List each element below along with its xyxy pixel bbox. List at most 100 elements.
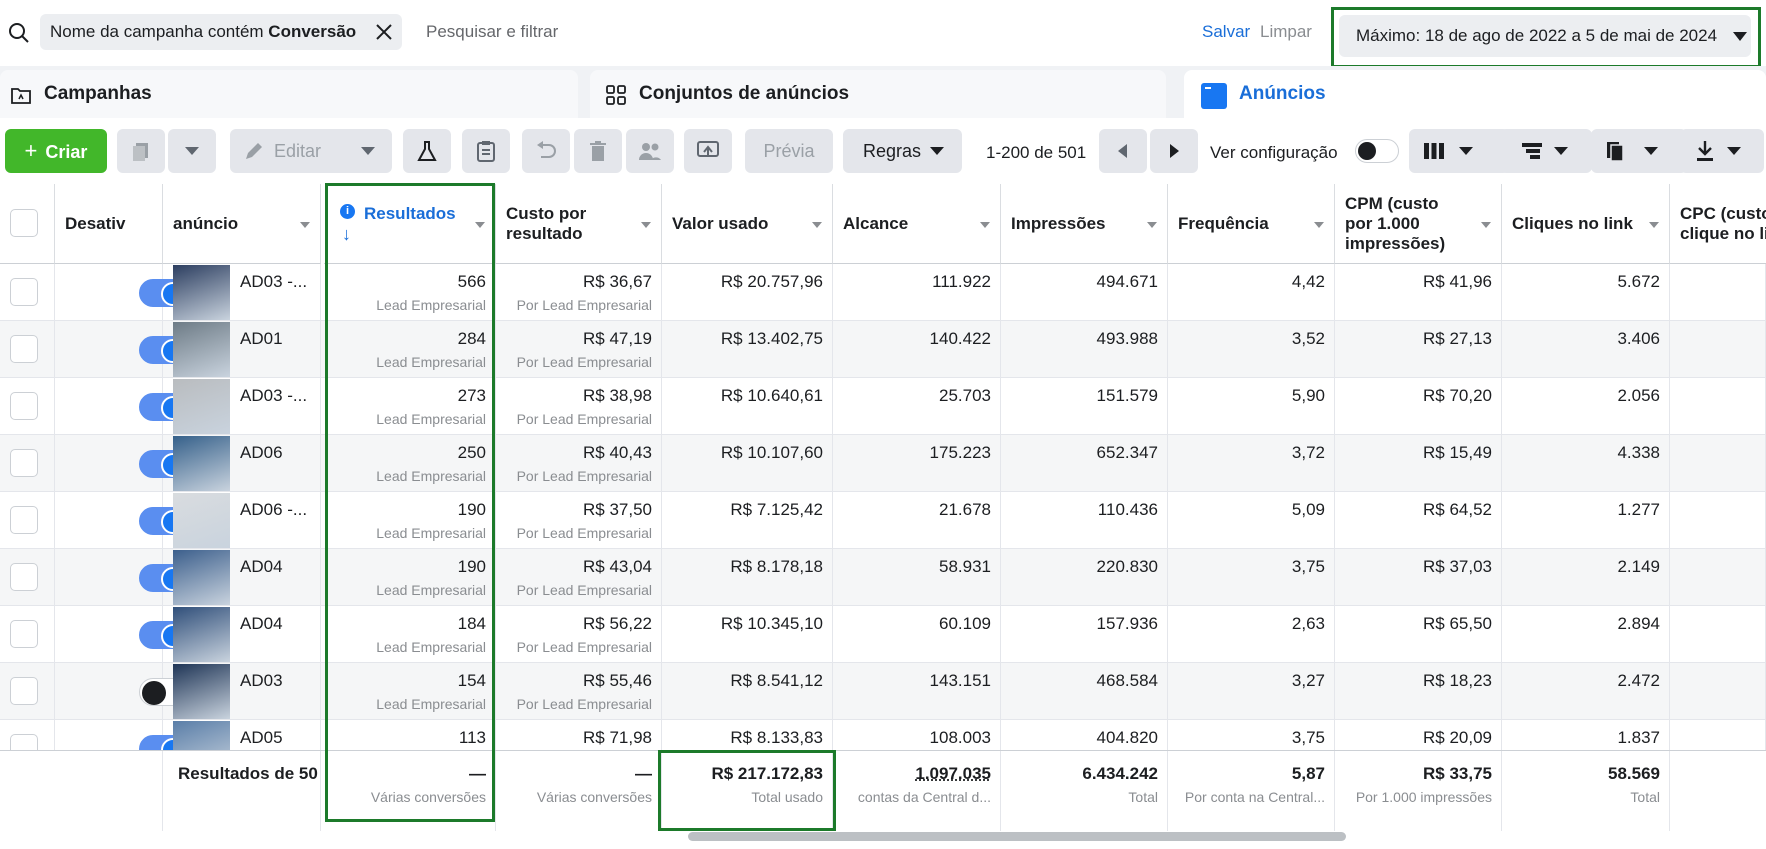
create-button[interactable]: + Criar: [5, 129, 107, 173]
level-tabs: Campanhas Conjuntos de anúncios Anúncios: [0, 66, 1766, 118]
ad-name-cell[interactable]: AD06: [163, 435, 321, 492]
previous-page-button[interactable]: [1099, 129, 1147, 173]
frequency-cell-value: 3,52: [1291, 329, 1325, 348]
column-header-results[interactable]: i Resultados ↓: [324, 184, 496, 264]
ad-name[interactable]: AD04: [240, 557, 283, 577]
column-header-spent[interactable]: Valor usado: [662, 184, 833, 264]
ad-name-cell[interactable]: AD04: [163, 549, 321, 606]
ad-name[interactable]: AD03 -...: [240, 386, 307, 406]
ad-thumbnail[interactable]: [173, 664, 230, 719]
table-row[interactable]: AD04 184 Lead Empresarial R$ 56,22 Por Lead …: [0, 606, 1766, 663]
table-row[interactable]: AD04 190 Lead Empresarial R$ 43,04 Por Lead …: [0, 549, 1766, 606]
edit-button[interactable]: Editar: [230, 129, 362, 173]
table-row[interactable]: AD06 250 Lead Empresarial R$ 40,43 Por Lead …: [0, 435, 1766, 492]
ad-name-cell[interactable]: AD03 -...: [163, 264, 321, 321]
column-header-label: Frequência: [1178, 214, 1269, 233]
table-row[interactable]: AD03 -... 566 Lead Empresarial R$ 36,67 Por …: [0, 264, 1766, 321]
column-header-toggle[interactable]: Desativ: [55, 184, 163, 264]
totals-row: Resultados de 50 — Várias conversões — V…: [0, 750, 1766, 831]
column-header-frequency[interactable]: Frequência: [1168, 184, 1335, 264]
share-button[interactable]: [684, 129, 732, 173]
table-row[interactable]: AD06 -... 190 Lead Empresarial R$ 37,50 Por …: [0, 492, 1766, 549]
ad-thumbnail[interactable]: [173, 265, 230, 320]
ad-name-cell[interactable]: AD06 -...: [163, 492, 321, 549]
info-icon[interactable]: i: [340, 204, 355, 219]
tab-campaigns[interactable]: Campanhas: [0, 70, 578, 118]
duplicate-menu-button[interactable]: [168, 129, 216, 173]
row-checkbox[interactable]: [10, 449, 38, 477]
table-row[interactable]: AD03 -... 273 Lead Empresarial R$ 38,98 Por …: [0, 378, 1766, 435]
table-row[interactable]: AD01 284 Lead Empresarial R$ 47,19 Por Lead …: [0, 321, 1766, 378]
tab-adsets[interactable]: Conjuntos de anúncios: [590, 70, 1166, 118]
next-page-button[interactable]: [1150, 129, 1198, 173]
report-button[interactable]: [462, 129, 510, 173]
ad-name[interactable]: AD01: [240, 329, 283, 349]
impressions-cell-value: 151.579: [1096, 386, 1158, 405]
preview-button[interactable]: Prévia: [745, 129, 833, 173]
view-settings-toggle[interactable]: [1355, 139, 1399, 163]
column-header-ad[interactable]: anúncio: [163, 184, 321, 264]
rules-button[interactable]: Regras: [843, 129, 962, 173]
filter-bar: Nome da campanha contém Conversão Pesqui…: [0, 0, 1766, 68]
row-checkbox[interactable]: [10, 620, 38, 648]
filter-chip[interactable]: Nome da campanha contém Conversão: [40, 14, 403, 50]
chevron-down-icon: [1554, 147, 1568, 155]
ad-name[interactable]: AD03 -...: [240, 272, 307, 292]
undo-button[interactable]: [522, 129, 570, 173]
ad-thumbnail[interactable]: [173, 607, 230, 662]
row-checkbox[interactable]: [10, 278, 38, 306]
ad-name[interactable]: AD05: [240, 728, 283, 748]
horizontal-scrollbar[interactable]: [688, 832, 1346, 841]
ad-name-cell[interactable]: AD04: [163, 606, 321, 663]
reach-cell: 143.151: [833, 663, 1001, 720]
impressions-cell: 110.436: [1001, 492, 1168, 549]
ab-test-button[interactable]: [403, 129, 451, 173]
columns-button[interactable]: [1409, 129, 1509, 173]
export-button[interactable]: [1680, 129, 1764, 173]
row-checkbox[interactable]: [10, 392, 38, 420]
close-icon[interactable]: [374, 22, 394, 42]
breakdown-button[interactable]: [1500, 129, 1592, 173]
ad-thumbnail[interactable]: [173, 322, 230, 377]
pencil-icon: [246, 143, 262, 159]
column-header-cpm[interactable]: CPM (custo por 1.000 impressões): [1335, 184, 1502, 264]
ad-thumbnail[interactable]: [173, 436, 230, 491]
ad-name-cell[interactable]: AD03 -...: [163, 378, 321, 435]
save-filter-link[interactable]: Salvar: [1202, 22, 1250, 42]
tab-ads[interactable]: Anúncios: [1184, 70, 1766, 118]
duplicate-button[interactable]: [117, 129, 165, 173]
date-range-picker[interactable]: Máximo: 18 de ago de 2022 a 5 de mai de …: [1339, 15, 1751, 57]
link-clicks-cell: 2.149: [1502, 549, 1670, 606]
row-checkbox[interactable]: [10, 506, 38, 534]
column-header-reach[interactable]: Alcance: [833, 184, 1001, 264]
ad-thumbnail[interactable]: [173, 550, 230, 605]
row-checkbox[interactable]: [10, 335, 38, 363]
column-header-cost-per-result[interactable]: Custo por resultado: [496, 184, 662, 264]
ad-name[interactable]: AD04: [240, 614, 283, 634]
ad-thumbnail[interactable]: [173, 493, 230, 548]
ad-name-cell[interactable]: AD01: [163, 321, 321, 378]
ad-thumbnail[interactable]: [173, 379, 230, 434]
search-input[interactable]: Pesquisar e filtrar: [426, 22, 558, 42]
reports-button[interactable]: [1591, 129, 1687, 173]
column-header-impressions[interactable]: Impressões: [1001, 184, 1168, 264]
row-checkbox[interactable]: [10, 563, 38, 591]
ad-name[interactable]: AD06: [240, 443, 283, 463]
table-row[interactable]: AD03 154 Lead Empresarial R$ 55,46 Por Lead …: [0, 663, 1766, 720]
column-header-link-clicks[interactable]: Cliques no link: [1502, 184, 1670, 264]
row-checkbox[interactable]: [10, 677, 38, 705]
select-all-checkbox[interactable]: [10, 209, 38, 237]
results-cell: 250 Lead Empresarial: [321, 435, 496, 492]
reports-icon: [1607, 142, 1624, 162]
edit-menu-button[interactable]: [344, 129, 392, 173]
assign-button[interactable]: [626, 129, 674, 173]
search-icon[interactable]: [8, 22, 30, 44]
ad-name-cell[interactable]: AD03: [163, 663, 321, 720]
ad-name[interactable]: AD06 -...: [240, 500, 307, 520]
column-header-cpc[interactable]: CPC (custo clique no li: [1670, 184, 1766, 264]
impressions-cell: 494.671: [1001, 264, 1168, 321]
delete-button[interactable]: [574, 129, 622, 173]
ad-name[interactable]: AD03: [240, 671, 283, 691]
clear-filter-link[interactable]: Limpar: [1260, 22, 1312, 42]
reach-cell-value: 108.003: [929, 728, 991, 747]
